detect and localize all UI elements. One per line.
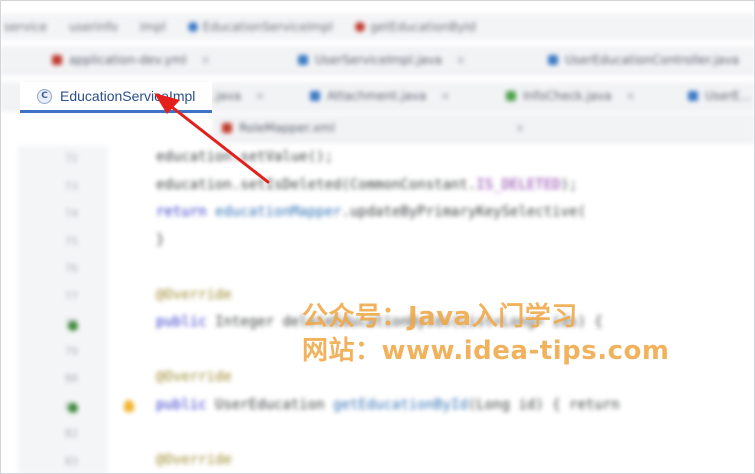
yaml-file-icon (52, 55, 62, 65)
class-icon (310, 91, 320, 101)
close-icon[interactable]: × (515, 121, 525, 135)
breadcrumb-item[interactable]: service (4, 20, 47, 34)
line-number: 74 (64, 207, 78, 220)
watermark-line-2: 网站：www.idea-tips.com (302, 336, 670, 366)
implement-gutter-icon[interactable] (68, 403, 78, 413)
tab-label: .java (212, 89, 241, 103)
code-token: @Override (156, 286, 232, 303)
screenshot-frame: service userinfo impl EducationServiceIm… (0, 0, 755, 474)
watermark-line-1: 公众号：Java入门学习 (302, 302, 578, 332)
tab-application-dev[interactable]: application-dev.yml × (52, 46, 211, 74)
line-number: 76 (64, 262, 78, 275)
tab-user-education-controller[interactable]: UserEducationController.java (548, 46, 739, 74)
line-number: 79 (64, 344, 78, 358)
code-token: @Override (156, 369, 232, 385)
class-icon (298, 55, 308, 65)
class-icon (548, 55, 558, 65)
code-token: education.setValue(); (156, 149, 334, 165)
tab-user-e[interactable]: UserE... (688, 82, 751, 110)
line-number: 73 (64, 179, 78, 193)
tab-label: EducationServiceImpl (60, 88, 196, 104)
code-token: getEducationById (333, 396, 468, 413)
code-token: educationMapper (215, 204, 342, 220)
ide-window-blurred: service userinfo impl EducationServiceIm… (0, 0, 755, 474)
breadcrumb-item[interactable]: userinfo (69, 20, 118, 34)
breadcrumb-label: EducationServiceImpl (202, 20, 333, 34)
lightbulb-icon[interactable] (124, 400, 134, 412)
tab-education-service-impl[interactable]: C EducationServiceImpl (20, 82, 212, 113)
close-icon[interactable]: × (201, 53, 211, 67)
tab-education-service-impl-tail[interactable]: .java × (212, 82, 265, 110)
line-number: 80 (64, 372, 78, 385)
line-number: 82 (64, 427, 78, 440)
editor-gutter (18, 146, 108, 474)
breadcrumb-item-method[interactable]: getEducationById (354, 20, 476, 34)
line-number: 75 (64, 234, 78, 248)
tab-attachment[interactable]: Attachment.java × (310, 82, 450, 110)
code-token: return (156, 204, 216, 220)
breadcrumb-item[interactable]: impl (140, 20, 166, 34)
code-line: education.setIsDeleted(CommonConstant.IS… (156, 177, 577, 193)
code-line: education.setValue(); (156, 149, 333, 165)
code-token: IS_DELETED (476, 176, 561, 193)
code-token: ); (560, 176, 578, 193)
tab-label: UserEducationController.java (565, 53, 739, 67)
xml-file-icon (222, 123, 232, 133)
tab-label: Attachment.java (327, 89, 427, 103)
tab-label: InfoCheck.java (523, 89, 612, 103)
close-icon[interactable]: × (255, 89, 265, 103)
tab-label: application-dev.yml (69, 53, 187, 67)
editor-tab-row-3: RoleMapper.xml × (212, 114, 755, 143)
editor-tab-row-1: application-dev.yml × UserServiceImpl.jav… (0, 46, 755, 75)
breadcrumb-label: getEducationById (369, 20, 476, 34)
class-icon (688, 91, 698, 101)
code-token: public (156, 314, 216, 330)
class-icon (506, 91, 516, 101)
breadcrumb: service userinfo impl EducationServiceIm… (0, 14, 755, 40)
close-icon[interactable]: × (626, 89, 636, 103)
class-icon: C (37, 88, 52, 104)
code-token: } (156, 231, 165, 248)
code-line: public UserEducation getEducationById(Lo… (156, 397, 620, 413)
line-number: 72 (64, 152, 78, 165)
code-token: UserEducation (215, 396, 334, 413)
implement-gutter-icon[interactable] (68, 321, 78, 331)
code-line: @Override (156, 452, 232, 468)
code-line: @Override (156, 369, 232, 385)
class-icon (187, 22, 198, 32)
tab-label: UserE... (705, 89, 752, 103)
close-icon[interactable]: × (456, 53, 466, 67)
code-line: @Override (156, 287, 232, 303)
code-line: return educationMapper.updateByPrimaryKe… (156, 204, 586, 220)
code-token: education.setIsDeleted(CommonConstant. (156, 176, 477, 193)
tab-user-service-impl[interactable]: UserServiceImpl.java × (298, 46, 466, 74)
close-icon[interactable]: × (440, 89, 450, 103)
tab-role-mapper[interactable]: RoleMapper.xml × (222, 114, 525, 142)
code-token: public (156, 396, 216, 413)
tab-info-check[interactable]: InfoCheck.java × (506, 82, 636, 110)
code-token: .updateByPrimaryKeySelective( (341, 204, 586, 220)
method-icon (354, 22, 365, 32)
code-token: @Override (156, 451, 232, 468)
code-line: } (156, 232, 164, 248)
tab-label: UserServiceImpl.java (315, 53, 442, 67)
line-number: 77 (64, 289, 78, 303)
breadcrumb-item-class[interactable]: EducationServiceImpl (187, 20, 333, 34)
code-token: (Long id) { return (467, 396, 620, 413)
line-number: 83 (64, 454, 78, 468)
tab-label: RoleMapper.xml (239, 121, 335, 135)
